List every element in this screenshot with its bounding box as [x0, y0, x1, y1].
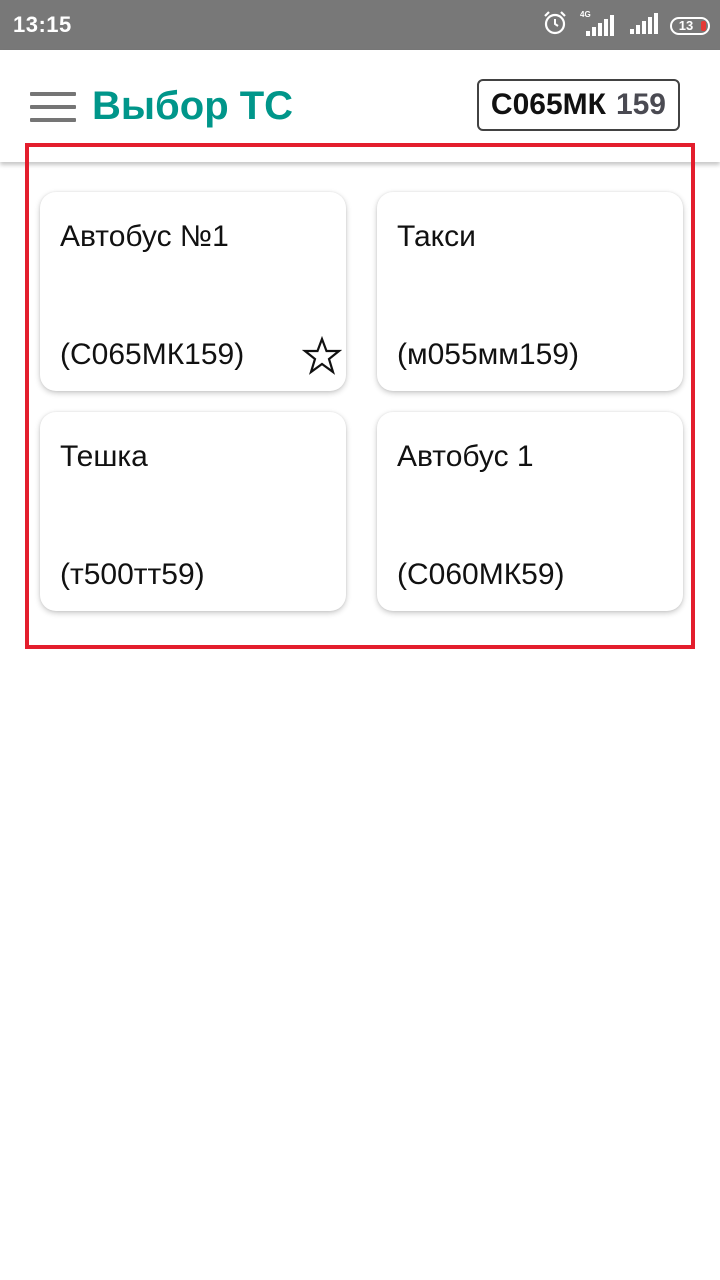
vehicle-plate: (м055мм159) [397, 338, 579, 371]
app-bar: Выбор ТС С065МК 159 [0, 50, 720, 162]
current-plate-badge[interactable]: С065МК 159 [476, 79, 680, 131]
page-title: Выбор ТС [92, 84, 294, 128]
menu-icon-line [30, 92, 76, 96]
signal-icon [628, 10, 658, 41]
status-bar: 13:15 4G 13 [0, 0, 720, 50]
vehicle-name: Автобус №1 [60, 220, 229, 253]
vehicle-name: Тешка [60, 440, 148, 473]
plate-number: С065МК [490, 88, 606, 121]
vehicle-name: Такси [397, 220, 476, 253]
battery-icon: 13 [670, 17, 710, 35]
network-type: 4G [580, 10, 591, 19]
vehicle-card[interactable]: Автобус 1 (С060МК59) [377, 412, 683, 611]
vehicle-plate: (т500тт59) [60, 558, 205, 591]
battery-level: 13 [678, 18, 694, 33]
vehicle-card[interactable]: Автобус №1 (С065МК159) [40, 192, 346, 391]
battery-fill [701, 21, 706, 31]
alarm-icon [542, 10, 568, 41]
status-icons: 4G 13 [530, 10, 710, 40]
vehicle-plate: (С060МК59) [397, 558, 565, 591]
menu-button[interactable] [30, 92, 76, 122]
signal-icon: 4G [580, 10, 616, 38]
vehicle-name: Автобус 1 [397, 440, 534, 473]
plate-region: 159 [615, 88, 666, 121]
vehicle-plate: (С065МК159) [60, 338, 245, 371]
status-time: 13:15 [13, 12, 72, 37]
favorite-star-icon[interactable] [301, 335, 343, 376]
menu-icon-line [30, 118, 76, 122]
vehicle-card[interactable]: Тешка (т500тт59) [40, 412, 346, 611]
vehicle-card[interactable]: Такси (м055мм159) [377, 192, 683, 391]
menu-icon-line [30, 105, 76, 109]
